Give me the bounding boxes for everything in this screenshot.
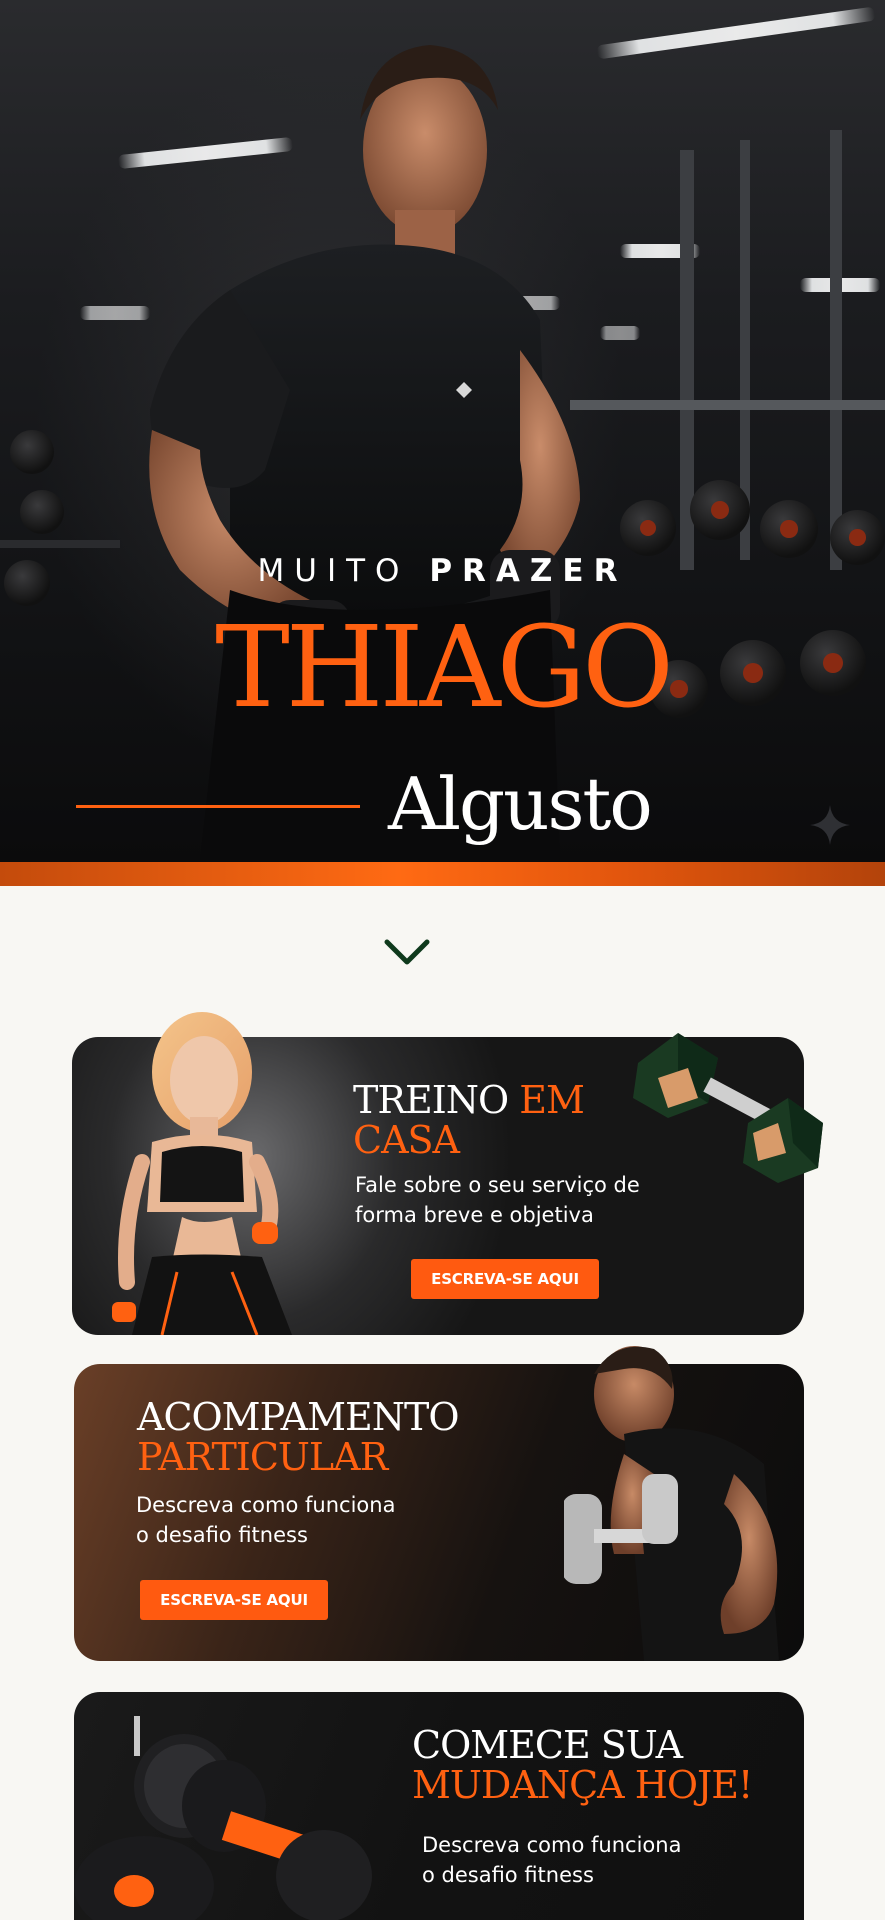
card-description: Descreva como funciona o desafio fitness: [136, 1490, 395, 1551]
dumbbell-plate: [20, 490, 64, 534]
hero-greeting-bold: PRAZER: [429, 553, 628, 589]
card-description-line1: Descreva como funciona: [136, 1493, 396, 1517]
card-title-accent: EM: [519, 1078, 585, 1122]
gym-rack-frame: [830, 130, 842, 570]
card-title: ACOMPAMENTO PARTICULAR: [137, 1395, 459, 1479]
card-description-line2: o desafio fitness: [136, 1523, 308, 1548]
chevron-down-icon[interactable]: [383, 938, 431, 968]
athlete-photo: [149, 45, 580, 860]
card-comece-sua-mudanca: COMECE SUA MUDANÇA HOJE! Descreva como f…: [74, 1692, 804, 1920]
man-athlete-photo: [564, 1346, 779, 1661]
card-title-line1: ACOMPAMENTO: [137, 1395, 459, 1439]
card-description: Descreva como funciona o desafio fitness: [422, 1830, 681, 1891]
hero-section: MUITO PRAZER THIAGO Algusto: [0, 0, 885, 862]
card-title-line1: COMECE SUA: [412, 1723, 683, 1767]
hero-greeting: MUITO PRAZER: [0, 553, 885, 589]
card-acompanhamento-particular: ACOMPAMENTO PARTICULAR Descreva como fun…: [74, 1346, 804, 1661]
dumbbell-plate: [10, 430, 54, 474]
card-treino-em-casa: TREINO EM CASA Fale sobre o seu serviço …: [72, 1012, 823, 1335]
subscribe-button[interactable]: ESCREVA-SE AQUI: [140, 1580, 328, 1620]
dumbbell-icon: [633, 1033, 823, 1183]
sparkle-icon: [810, 805, 850, 845]
hero-orange-band: [0, 862, 885, 886]
hero-last-name: Algusto: [388, 762, 653, 846]
hero-divider: [76, 805, 360, 808]
woman-athlete-photo: [112, 1012, 292, 1335]
card-description-line2: forma breve e objetiva: [355, 1203, 594, 1228]
card-title-line2: PARTICULAR: [137, 1434, 388, 1479]
card-description-line2: o desafio fitness: [422, 1863, 594, 1888]
dumbbell-plate: [690, 480, 750, 540]
hero-first-name: THIAGO: [215, 603, 674, 733]
gym-rack-frame: [570, 400, 885, 410]
card-title: COMECE SUA MUDANÇA HOJE!: [412, 1723, 753, 1807]
card-title-line2: MUDANÇA HOJE!: [412, 1762, 753, 1807]
hero-greeting-regular: MUITO: [257, 553, 410, 589]
card-description-line1: Descreva como funciona: [422, 1833, 682, 1857]
ceiling-light: [596, 6, 876, 60]
adjustable-dumbbell-photo: [74, 1716, 372, 1920]
card-description-line1: Fale sobre o seu serviço de: [355, 1173, 640, 1197]
ceiling-light: [600, 326, 640, 340]
card-title: TREINO EM CASA: [353, 1078, 585, 1162]
card-title-line2: CASA: [353, 1117, 460, 1162]
subscribe-button[interactable]: ESCREVA-SE AQUI: [411, 1259, 599, 1299]
card-title-line1: TREINO: [353, 1078, 509, 1122]
card-description: Fale sobre o seu serviço de forma breve …: [355, 1170, 640, 1231]
dumbbell-plate: [620, 500, 676, 556]
dumbbell-plate: [760, 500, 818, 558]
